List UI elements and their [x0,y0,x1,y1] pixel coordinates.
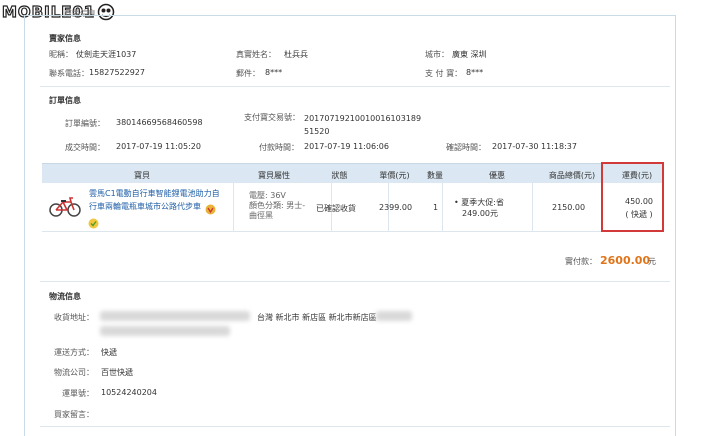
table-row: 雲馬C1電動自行車智能鋰電池助力自行車兩輪電瓶車城市公路代步車 電壓: 36V … [42,183,664,232]
item-total: 2150.00 [552,203,586,212]
shipping-method-label: 運送方式： [54,348,94,357]
paid-time-label: 付款時間： [259,143,299,152]
seller-nickname-label: 昵稱： [49,50,73,59]
col-header-status: 狀態 [331,171,348,180]
product-link[interactable]: 雲馬C1電動自行車智能鋰電池助力自行車兩輪電瓶車城市公路代步車 [89,187,224,213]
divider [40,426,670,427]
created-time-label: 成交時間： [65,143,105,152]
address-value: 台灣 新北市 新店區 新北市新店區 [257,313,377,322]
payment-amount: 2600.00 [600,254,651,267]
seller-section-title: 賣家信息 [49,34,81,43]
col-header-price: 單價(元) [379,171,410,180]
payment-unit: 元 [648,257,656,266]
payment-label: 實付款： [565,257,597,266]
order-no: 380146695684605​98 [116,118,203,127]
shipping-highlight-box [601,162,664,232]
attr-color-cont: 曲徑黑 [249,211,273,220]
confirmed-time: 2017-07-30 11:18:37 [492,142,577,151]
seller-alipay-label: 支 付 寶： [425,69,463,78]
col-header-discount: 優惠 [489,171,505,180]
seller-realname: 杜兵兵 [284,50,308,59]
guarantee-badge-icon [88,218,99,229]
shipping-method-value: 快遞 [101,348,117,357]
seller-postcode-label: 郵件： [236,69,260,78]
item-price: 2399.00 [379,203,413,212]
divider [40,86,670,87]
alipay-trade-no: 2017071921001001610318951520 [304,114,422,136]
buyer-note-label: 買家留言： [54,410,94,419]
tmall-badge-icon [205,204,216,215]
attr-color: 顏色分類: 男士- [249,201,306,210]
confirmed-time-label: 確認時間： [446,143,486,152]
redacted-address [376,311,412,321]
col-header-qty: 數量 [427,171,443,180]
seller-phone-label: 聯系電話： [49,69,89,78]
attr-voltage: 電壓: 36V [249,191,286,200]
logistics-company-value: 百世快遞 [101,368,133,377]
redacted-address [100,326,230,336]
tracking-no-value[interactable]: 10524240204 [101,388,157,397]
discount-line1: • 夏季大促:省 [454,198,504,207]
seller-city: 廣東 深圳 [452,50,487,59]
product-name[interactable]: 雲馬C1電動自行車智能鋰電池助力自行車兩輪電瓶車城市公路代步車 [89,189,220,211]
discount-line2: 249.00元 [462,209,498,218]
alipay-trade-label: 支付寶交易號： [244,113,300,122]
item-status: 已確認收貨 [316,204,356,213]
divider [40,281,670,282]
item-discount: • 夏季大促:省 249.00元 [454,197,504,219]
seller-alipay: 8*** [466,68,484,77]
logistics-company-label: 物流公司： [54,368,94,377]
tracking-no-label: 運單號： [62,389,94,398]
col-divider [233,183,234,231]
items-table-header: 寶貝 寶貝屬性 狀態 單價(元) 數量 優惠 商品總價(元) 運費(元) [42,163,664,185]
seller-realname-label: 真實姓名： [236,50,276,59]
col-header-attrs: 寶貝屬性 [258,171,290,180]
paid-time: 2017-07-19 11:06:06 [304,142,389,151]
item-qty: 1 [433,203,439,212]
redacted-address [100,311,250,321]
product-thumbnail-icon[interactable] [47,193,83,219]
created-time: 2017-07-19 11:05:20 [116,142,201,151]
seller-city-label: 城市： [425,50,449,59]
seller-postcode: 8*** [265,68,283,77]
seller-phone: 15827522927 [89,68,145,77]
logistics-section-title: 物流信息 [49,292,81,301]
product-attrs: 電壓: 36V 顏色分類: 男士- 曲徑黑 [249,191,305,221]
col-header-total: 商品總價(元) [548,171,596,180]
col-divider [442,183,443,231]
order-no-label: 訂單編號： [65,119,105,128]
col-header-item: 寶貝 [134,171,150,180]
col-divider [532,183,533,231]
seller-nickname: 仗劍走天涯1037 [76,50,137,59]
address-label: 收貨地址： [54,313,94,322]
order-section-title: 訂單信息 [49,96,81,105]
